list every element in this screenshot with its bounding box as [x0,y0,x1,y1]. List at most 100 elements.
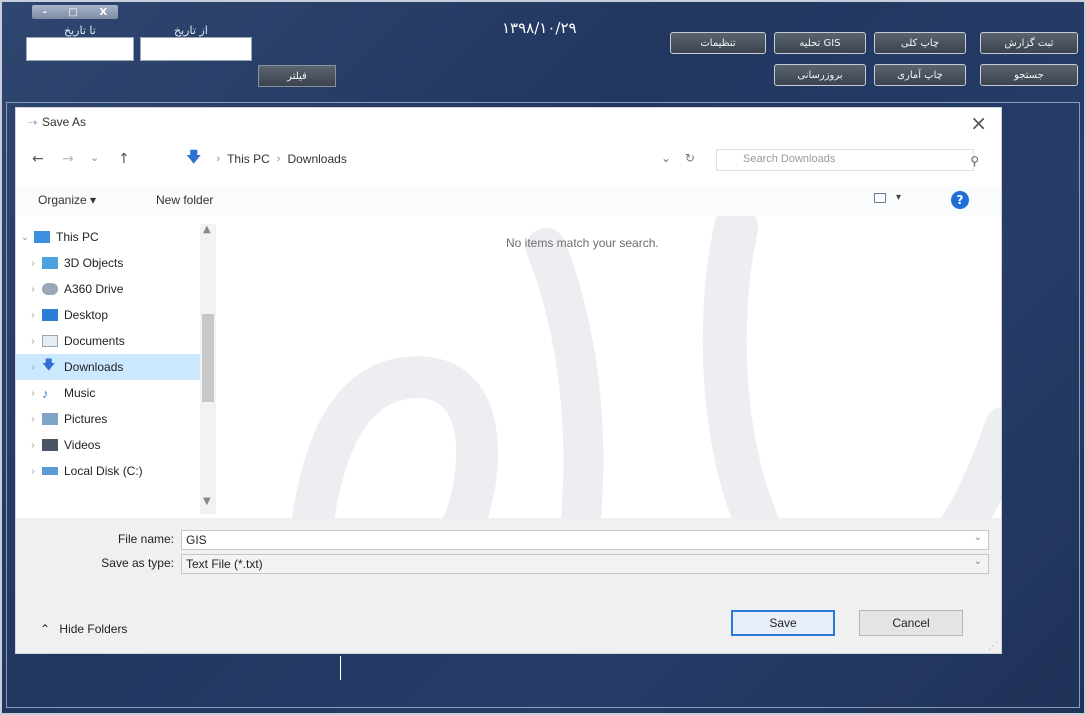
tree-item-music[interactable]: › ♪ Music [16,380,214,406]
refresh-icon[interactable]: ↻ [685,151,695,165]
file-name-dropdown-icon[interactable]: ⌄ [974,532,982,543]
up-icon[interactable]: ↑ [118,151,130,167]
tree-item-label: A360 Drive [64,282,124,296]
desktop-icon [42,309,58,321]
address-dropdown-icon[interactable]: ⌄ [661,151,671,165]
scroll-up-icon[interactable]: ▲ [203,224,211,235]
update-button[interactable]: بروزرسانی [774,64,866,86]
maximize-button[interactable]: □ [68,7,77,18]
print-all-button[interactable]: چاپ کلی [874,32,966,54]
tree-item-label: Documents [64,334,125,348]
settings-button[interactable]: تنظیمات [670,32,766,54]
music-icon: ♪ [42,385,49,401]
chevron-up-icon: ⌃ [40,622,51,636]
hide-folders-button[interactable]: ⌃ Hide Folders [40,622,127,636]
breadcrumb-separator: › [276,153,281,165]
breadcrumb-downloads[interactable]: Downloads [287,152,346,166]
dialog-title-bar: ⇢ Save As × [16,108,1001,138]
collapse-chevron-icon[interactable]: › [24,336,42,347]
tree-item-label: Downloads [64,360,124,374]
filter-button[interactable]: فیلتر [258,65,336,87]
organize-button[interactable]: Organize ▾ [38,193,96,207]
minimize-button[interactable]: - [43,7,47,18]
collapse-chevron-icon[interactable]: › [24,310,42,321]
file-name-value: GIS [186,533,207,547]
address-bar[interactable]: 🡇 › This PC › Downloads [186,148,716,170]
recent-locations-icon[interactable]: ⌄ [90,151,99,164]
to-date-input[interactable] [26,37,134,61]
save-as-type-label: Save as type: [101,556,174,570]
tree-item-label: 3D Objects [64,256,124,270]
tree-item-label: Local Disk (C:) [64,464,143,478]
view-options-icon[interactable] [874,193,886,203]
empty-message: No items match your search. [506,236,659,250]
file-name-field[interactable]: GIS ⌄ [181,530,989,550]
tree-item-label: This PC [56,230,99,244]
search-icon[interactable]: ⚲ [970,154,979,168]
from-date-label: از تاریخ [174,24,208,37]
gis-export-button[interactable]: تحلیه GIS [774,32,866,54]
save-button[interactable]: Save [731,610,835,636]
collapse-chevron-icon[interactable]: › [24,258,42,269]
save-as-icon: ⇢ [28,116,38,129]
tree-item-videos[interactable]: › Videos [16,432,214,458]
collapse-chevron-icon[interactable]: › [24,362,42,373]
tree-item-label: Desktop [64,308,109,322]
to-date-label: تا تاریخ [64,24,96,37]
computer-icon [34,231,50,243]
nav-pane-scrollbar[interactable]: ▲ ▼ [200,224,216,514]
close-icon[interactable]: × [970,111,987,135]
address-controls: ⌄ ↻ [661,151,695,165]
back-icon[interactable]: ← [32,151,44,167]
videos-icon [42,439,58,451]
text-cursor [340,656,341,680]
tree-item-documents[interactable]: › Documents [16,328,214,354]
collapse-chevron-icon[interactable]: › [24,284,42,295]
file-name-label: File name: [117,532,174,546]
dialog-toolbar: Organize ▾ New folder ▾ ? [16,186,1001,216]
search-button[interactable]: جستجو [980,64,1078,86]
tree-item-local-disk[interactable]: › Local Disk (C:) [16,458,214,484]
from-date-input[interactable] [140,37,252,61]
tree-item-label: Music [64,386,96,400]
cloud-drive-icon [42,283,58,295]
view-caret-icon[interactable]: ▾ [896,192,901,203]
downloads-location-icon: 🡇 [186,148,202,166]
dialog-bottom-area: File name: GIS ⌄ Save as type: Text File… [16,518,1001,653]
scrollbar-thumb[interactable] [202,314,214,402]
forward-icon[interactable]: → [62,151,74,167]
save-as-dialog: ⇢ Save As × ← → ⌄ ↑ 🡇 › This PC › Downlo… [15,107,1002,654]
resize-grip-icon[interactable]: ⋰ [988,641,998,652]
tree-item-this-pc[interactable]: ⌄ This PC [16,224,206,250]
downloads-icon: 🡇 [42,357,56,372]
save-as-type-select[interactable]: Text File (*.txt) ⌄ [181,554,989,574]
collapse-chevron-icon[interactable]: › [24,440,42,451]
save-as-type-dropdown-icon[interactable]: ⌄ [974,556,982,567]
collapse-chevron-icon[interactable]: › [24,414,42,425]
register-report-button[interactable]: ثبت گزارش [980,32,1078,54]
tree-item-3d-objects[interactable]: › 3D Objects [16,250,214,276]
search-input[interactable]: Search Downloads [716,149,974,171]
close-window-button[interactable]: X [99,7,107,18]
expand-chevron-icon[interactable]: ⌄ [16,232,34,243]
print-stats-button[interactable]: چاپ آماری [874,64,966,86]
tree-item-downloads[interactable]: › 🡇 Downloads [16,354,214,380]
tree-item-a360-drive[interactable]: › A360 Drive [16,276,214,302]
tree-item-label: Videos [64,438,101,452]
documents-icon [42,335,58,347]
local-disk-icon [42,467,58,475]
cancel-button[interactable]: Cancel [859,610,963,636]
breadcrumb-separator: › [216,153,221,165]
collapse-chevron-icon[interactable]: › [24,388,42,399]
new-folder-button[interactable]: New folder [156,193,213,207]
help-icon[interactable]: ? [951,191,969,209]
tree-item-label: Pictures [64,412,108,426]
hide-folders-label: Hide Folders [59,622,128,636]
breadcrumb-this-pc[interactable]: This PC [227,152,270,166]
scroll-down-icon[interactable]: ▼ [203,496,211,507]
3d-objects-icon [42,257,58,269]
collapse-chevron-icon[interactable]: › [24,466,42,477]
header-date: ۱۳۹۸/۱۰/۲۹ [502,19,577,37]
tree-item-desktop[interactable]: › Desktop [16,302,214,328]
tree-item-pictures[interactable]: › Pictures [16,406,214,432]
